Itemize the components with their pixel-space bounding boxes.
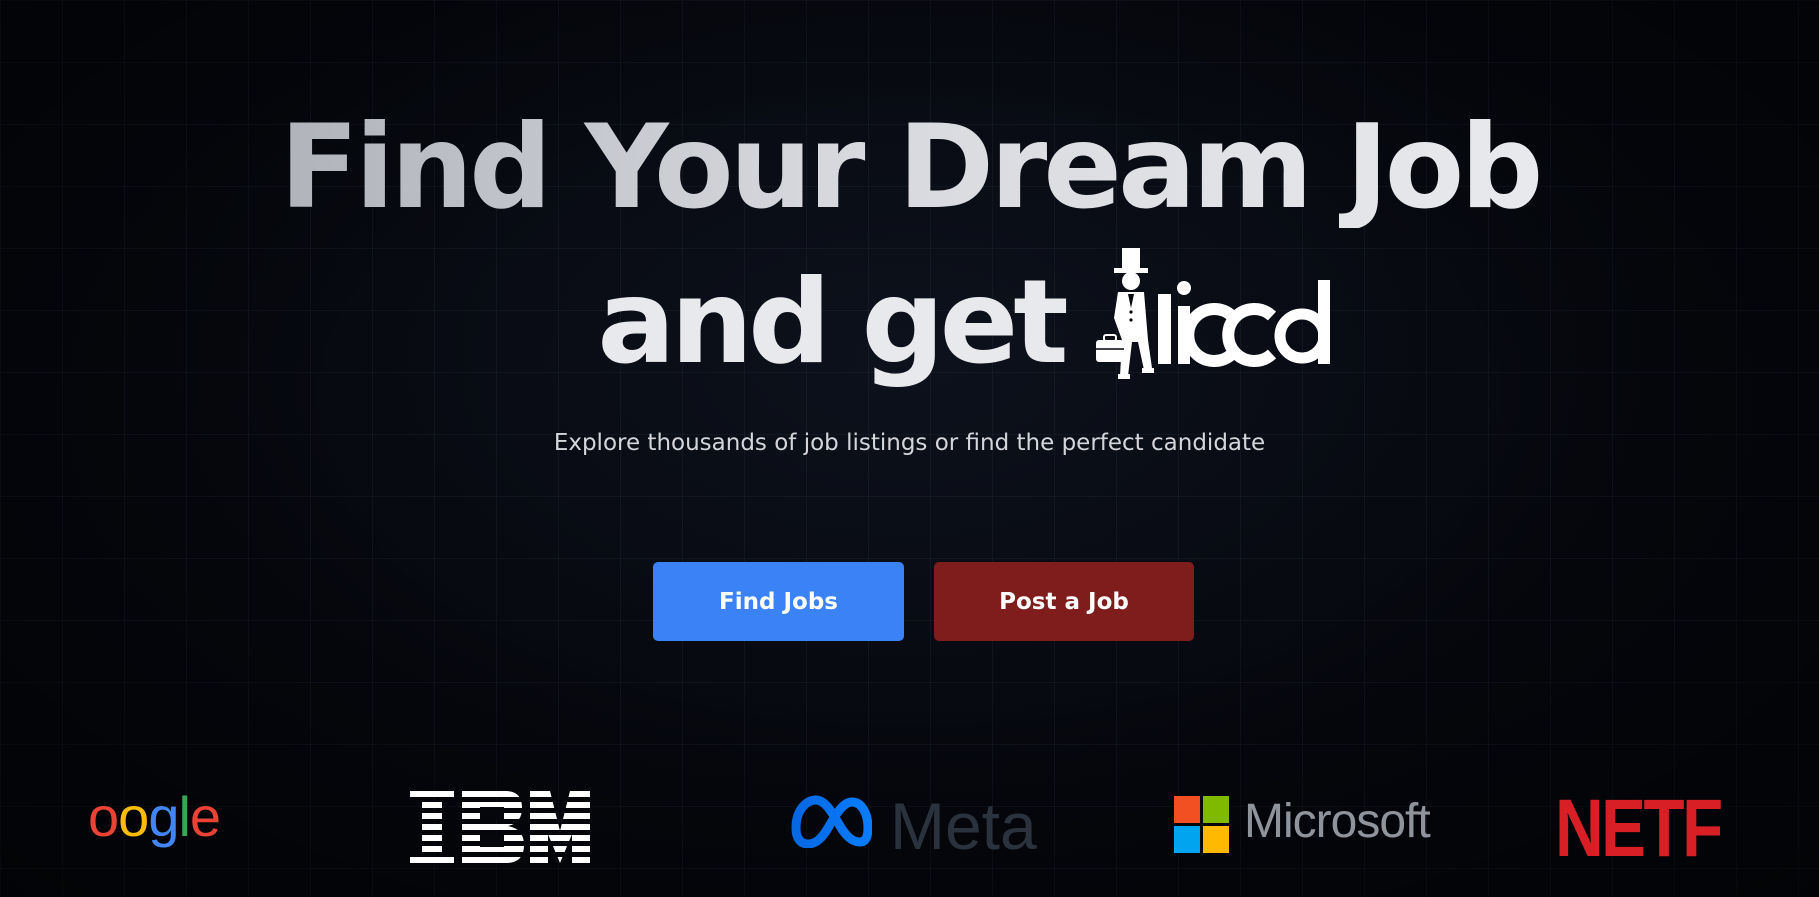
meta-logo: Meta [790, 789, 1037, 863]
ibm-striped-logo-icon [410, 791, 590, 863]
hero-headline-and-get: and get [597, 255, 1068, 390]
google-logo: oogle oogle [88, 785, 221, 848]
landing-page: Find Your Dream Job and get Explore thou… [0, 0, 1819, 897]
company-logos-strip: oogle oogle [0, 780, 1819, 880]
hero-headline-line1: Find Your Dream Job [0, 108, 1819, 228]
ibm-logo: IBM [410, 791, 590, 869]
brand-name: Hired [1332, 248, 1333, 249]
meta-infinity-icon [791, 795, 873, 849]
microsoft-four-squares-icon [1174, 796, 1229, 853]
post-job-button[interactable]: Post a Job [934, 562, 1194, 641]
hero-headline-line2: and get [0, 248, 1819, 398]
find-jobs-button[interactable]: Find Jobs [653, 562, 904, 641]
meta-logo-text: Meta [890, 789, 1037, 863]
netflix-logo: NETFL [1555, 788, 1723, 870]
hired-brand-logo: Hired [1092, 248, 1332, 398]
top-hat-gentleman-with-briefcase-icon [1095, 248, 1330, 379]
hero-subtitle: Explore thousands of job listings or fin… [553, 430, 1266, 456]
ibm-logo-text: IBM [590, 791, 591, 792]
microsoft-logo-text: Microsoft [1244, 795, 1431, 848]
microsoft-logo: Microsoft [1174, 795, 1431, 858]
